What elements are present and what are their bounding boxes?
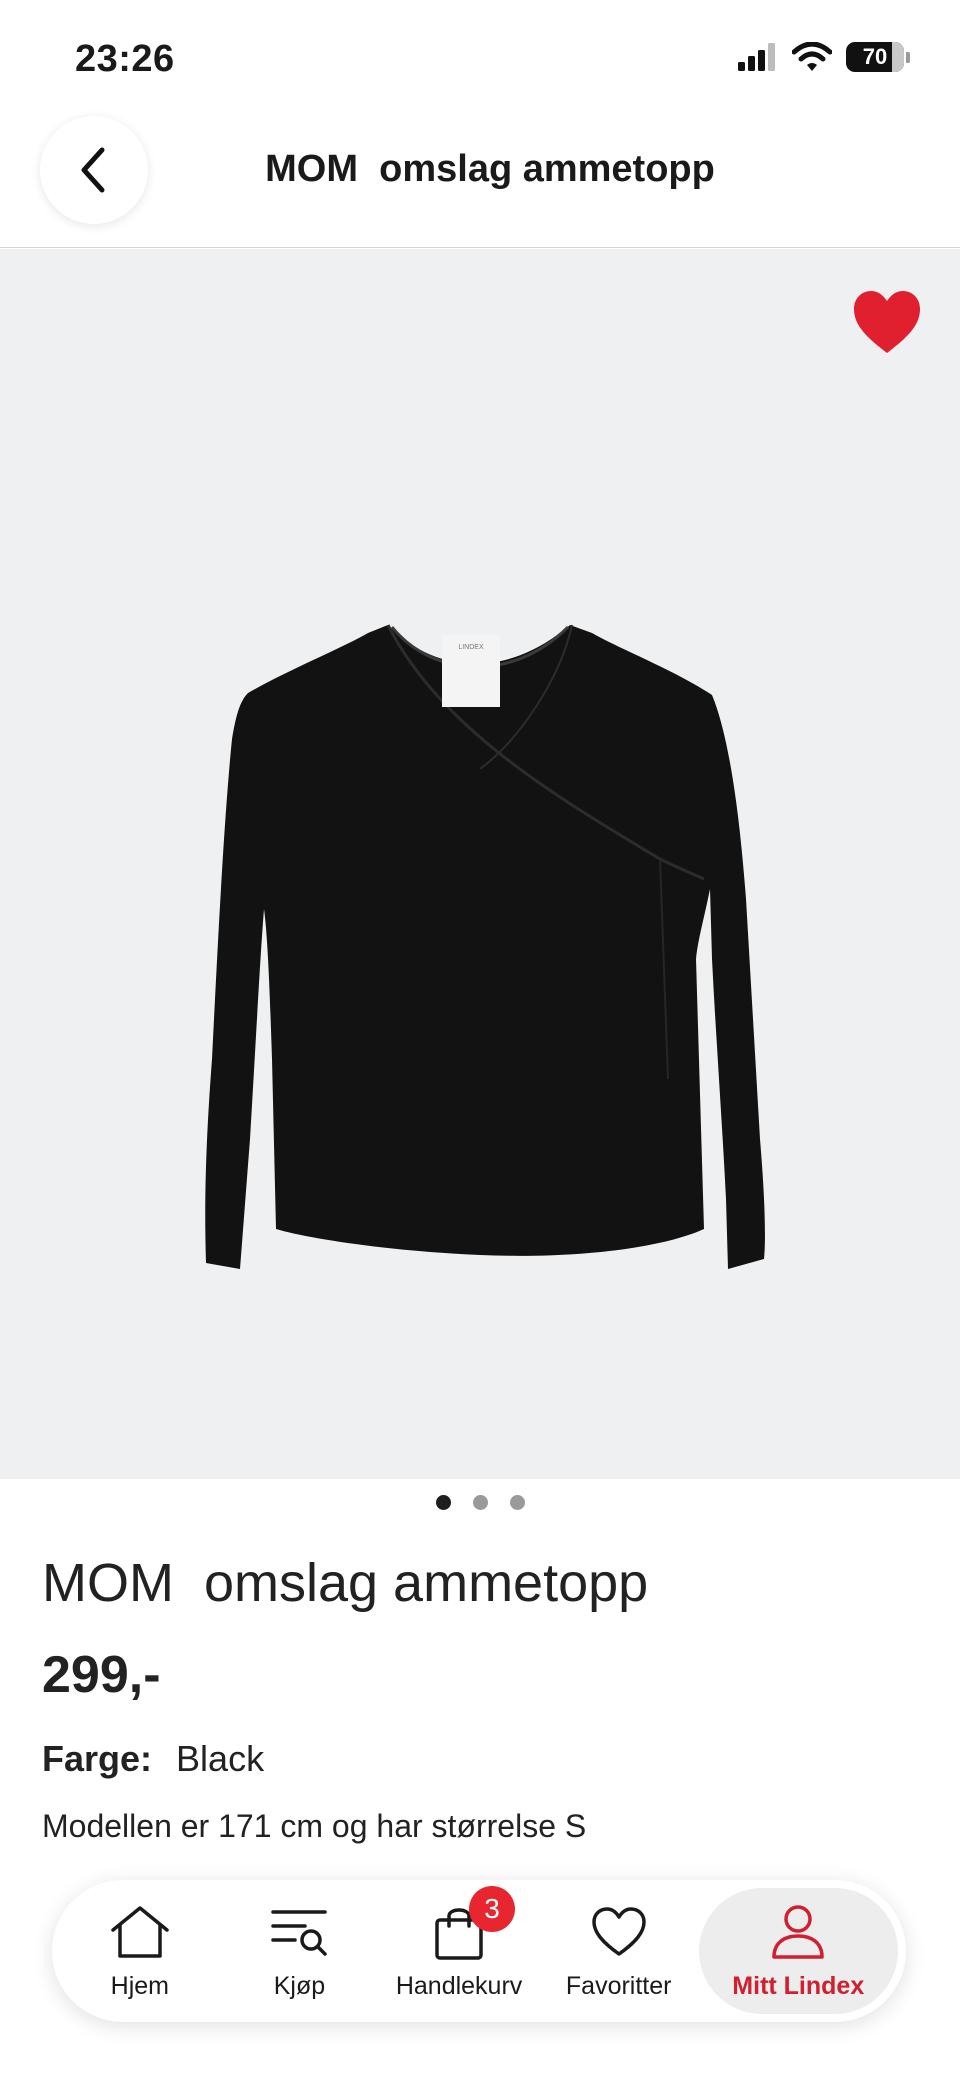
image-pager[interactable]: [0, 1495, 960, 1510]
product-image-carousel[interactable]: LINDEX: [0, 249, 960, 1479]
color-row: Farge: Black: [42, 1738, 264, 1780]
color-label: Farge:: [42, 1738, 153, 1779]
pager-dot[interactable]: [435, 1495, 451, 1510]
status-icons: 70: [738, 42, 910, 72]
model-info: Modellen er 171 cm og har størrelse S: [42, 1808, 587, 1844]
home-icon: [111, 1905, 169, 1958]
nav-item-my-lindex[interactable]: Mitt Lindex: [698, 1888, 899, 2014]
heart-outline-icon: [591, 1906, 646, 1956]
cart-badge: 3: [469, 1885, 516, 1932]
battery-level: 70: [862, 44, 888, 69]
tag-text: LINDEX: [458, 644, 484, 651]
status-bar: 23:26 70: [0, 0, 960, 110]
pager-dot[interactable]: [472, 1495, 488, 1510]
nav-label: Mitt Lindex: [732, 1971, 865, 2000]
favorite-heart-icon[interactable]: [852, 289, 922, 355]
header: MOM omslag ammetopp: [0, 110, 960, 248]
nav-label: Kjøp: [273, 1971, 326, 2000]
signal-icon: [738, 43, 775, 71]
nav-item-cart[interactable]: 3 Handlekurv: [379, 1885, 539, 2014]
nav-item-favorites[interactable]: Favoritter: [539, 1888, 699, 2014]
color-value: Black: [176, 1738, 265, 1779]
nav-label: Handlekurv: [395, 1971, 523, 2000]
nav-label: Favoritter: [565, 1971, 672, 2000]
status-time: 23:26: [75, 38, 175, 80]
battery-icon: 70: [846, 42, 910, 72]
user-icon: [772, 1904, 825, 1959]
nav-label: Hjem: [110, 1971, 169, 2000]
product-photo: LINDEX: [205, 624, 765, 1269]
product-name: MOM omslag ammetopp: [42, 1553, 649, 1613]
wifi-icon: [792, 42, 832, 71]
product-price: 299,-: [42, 1646, 161, 1704]
nav-item-home[interactable]: Hjem: [60, 1888, 220, 2014]
search-list-icon: [271, 1909, 328, 1956]
nav-item-shop[interactable]: Kjøp: [220, 1888, 380, 2014]
bottom-nav: Hjem Kjøp 3 Handlekurv Favoritter Mitt L…: [52, 1880, 906, 2022]
pager-dot[interactable]: [509, 1495, 525, 1510]
page-title: MOM omslag ammetopp: [265, 148, 715, 190]
